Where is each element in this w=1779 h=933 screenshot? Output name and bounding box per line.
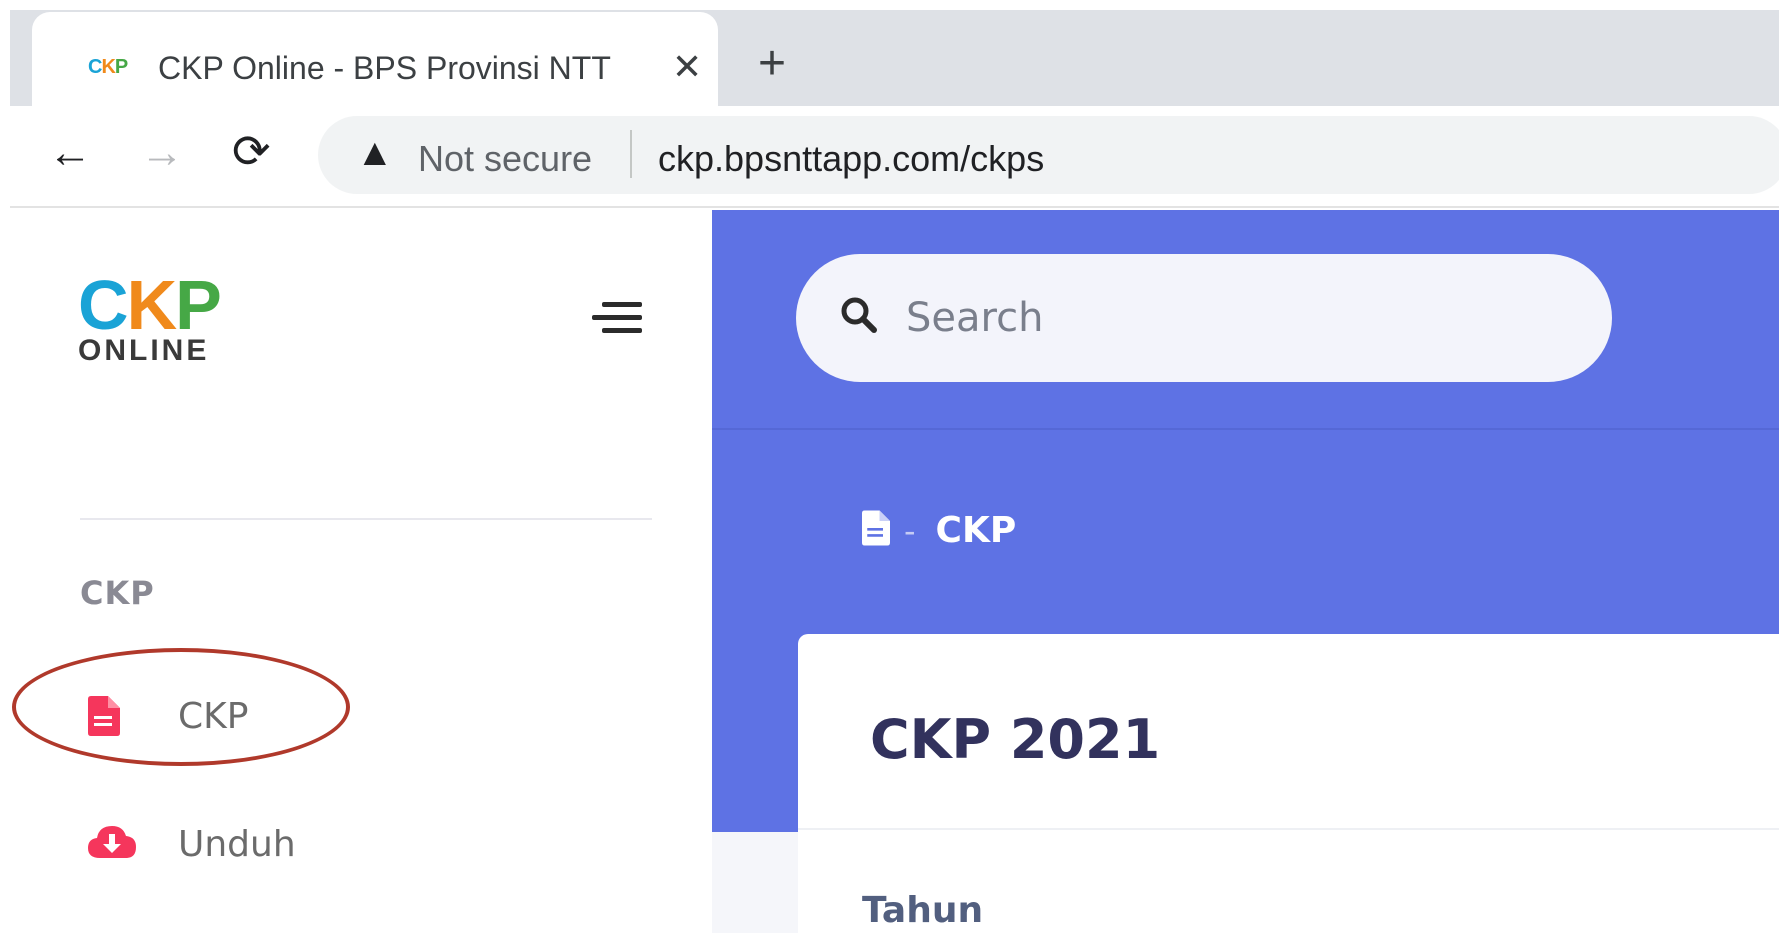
logo-letter-k: K (126, 266, 178, 344)
hamburger-line (602, 328, 642, 333)
breadcrumb: - CKP (862, 510, 1016, 551)
ckp-favicon: CKP (88, 56, 128, 79)
card-title: CKP 2021 (870, 708, 1161, 771)
favicon-letter-c: C (88, 56, 102, 78)
cloud-download-icon (88, 824, 136, 865)
browser-toolbar: ← → ⟳ ▲ Not secure ckp.bpsnttapp.com/ckp… (10, 106, 1779, 208)
search-input[interactable] (906, 290, 1566, 346)
browser-tabstrip: CKP CKP Online - BPS Provinsi NTT ✕ + (10, 10, 1779, 106)
browser-tab[interactable]: CKP CKP Online - BPS Provinsi NTT ✕ (32, 12, 718, 106)
search-bar[interactable] (796, 254, 1612, 382)
file-icon (88, 696, 120, 741)
tahun-label: Tahun (862, 890, 984, 931)
tab-title: CKP Online - BPS Provinsi NTT (158, 50, 611, 86)
sidebar-item-label: CKP (178, 696, 249, 737)
logo-letter-p: P (175, 266, 222, 344)
hamburger-line (592, 315, 642, 320)
menu-toggle-icon[interactable] (592, 302, 642, 341)
sidebar: CKP ONLINE CKP CKP Unduh (10, 210, 712, 933)
hamburger-line (602, 302, 642, 307)
security-status[interactable]: Not secure (418, 138, 592, 180)
sidebar-item-label: Unduh (178, 824, 296, 865)
main-content: - CKP CKP 2021 Tahun (712, 210, 1779, 933)
favicon-letter-k: K (101, 56, 115, 78)
breadcrumb-current: CKP (935, 510, 1017, 551)
ckp-online-logo[interactable]: CKP ONLINE (78, 270, 222, 368)
favicon-letter-p: P (114, 56, 128, 78)
reload-icon[interactable]: ⟳ (232, 124, 271, 178)
logo-letter-c: C (78, 266, 129, 344)
sidebar-section-heading: CKP (80, 574, 155, 612)
address-bar[interactable]: ▲ Not secure ckp.bpsnttapp.com/ckps (318, 116, 1779, 194)
logo-subtitle: ONLINE (78, 334, 210, 367)
ckp-card: CKP 2021 Tahun (798, 634, 1779, 933)
warning-triangle-icon[interactable]: ▲ (356, 132, 394, 175)
card-header: CKP 2021 (798, 634, 1779, 830)
back-arrow-icon[interactable]: ← (48, 128, 92, 178)
file-icon[interactable] (862, 510, 890, 551)
sidebar-item-unduh[interactable]: Unduh (70, 806, 650, 886)
sidebar-divider (80, 518, 652, 520)
header-divider (712, 428, 1779, 430)
logo-wordmark: CKP (78, 270, 222, 340)
tab-close-icon[interactable]: ✕ (672, 46, 702, 88)
forward-arrow-icon[interactable]: → (140, 128, 184, 178)
search-icon (840, 296, 878, 339)
url-text[interactable]: ckp.bpsnttapp.com/ckps (658, 138, 1044, 180)
breadcrumb-separator: - (904, 511, 916, 550)
sidebar-item-ckp[interactable]: CKP (70, 678, 650, 758)
omnibox-divider (630, 130, 632, 178)
new-tab-icon[interactable]: + (758, 36, 786, 91)
